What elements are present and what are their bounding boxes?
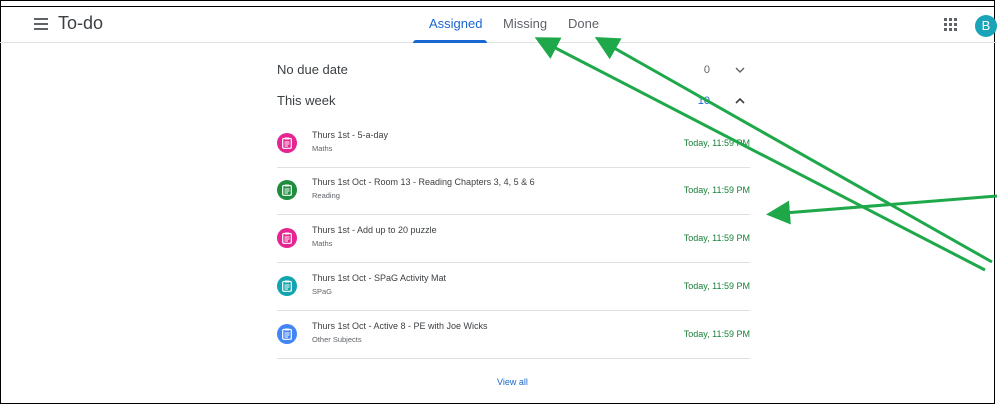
active-tab-indicator bbox=[413, 40, 487, 43]
app-header: To-do Assigned Missing Done B bbox=[0, 6, 997, 43]
assignment-subject: Maths bbox=[312, 144, 333, 153]
assignment-subject: SPaG bbox=[312, 287, 333, 296]
view-all-link[interactable]: View all bbox=[497, 377, 528, 387]
assignment-subject: Other Subjects bbox=[312, 335, 362, 344]
assignment-subject: Reading bbox=[312, 191, 340, 200]
tab-done[interactable]: Done bbox=[568, 16, 599, 31]
list-item[interactable]: Thurs 1st - 5-a-day Maths Today, 11:59 PM bbox=[277, 120, 750, 168]
assignment-icon bbox=[277, 228, 297, 248]
assignment-title: Thurs 1st Oct - SPaG Activity Mat bbox=[312, 273, 447, 283]
assignment-icon bbox=[277, 276, 297, 296]
assignment-due-date: Today, 11:59 PM bbox=[683, 329, 750, 339]
tab-bar: Assigned Missing Done bbox=[0, 6, 997, 43]
assignment-due-date: Today, 11:59 PM bbox=[683, 138, 750, 148]
assignment-due-date: Today, 11:59 PM bbox=[683, 281, 750, 291]
chevron-up-icon bbox=[735, 97, 745, 104]
section-label: This week bbox=[277, 93, 336, 108]
section-no-due-date[interactable]: No due date 0 bbox=[277, 62, 750, 82]
tab-missing[interactable]: Missing bbox=[503, 16, 547, 31]
chevron-down-icon bbox=[735, 67, 745, 73]
assignment-title: Thurs 1st Oct - Active 8 - PE with Joe W… bbox=[312, 321, 488, 331]
assignment-icon bbox=[277, 133, 297, 153]
assignment-due-date: Today, 11:59 PM bbox=[683, 185, 750, 195]
apps-grid-icon[interactable] bbox=[944, 18, 958, 32]
section-count: 0 bbox=[703, 64, 710, 76]
assignment-title: Thurs 1st - Add up to 20 puzzle bbox=[312, 225, 437, 235]
section-count: 10 bbox=[697, 95, 710, 107]
avatar[interactable]: B bbox=[975, 15, 997, 37]
assignment-due-date: Today, 11:59 PM bbox=[683, 233, 750, 243]
list-item[interactable]: Thurs 1st Oct - SPaG Activity Mat SPaG Tod… bbox=[277, 263, 750, 311]
assignment-icon bbox=[277, 180, 297, 200]
section-label: No due date bbox=[277, 62, 348, 77]
list-item[interactable]: Thurs 1st Oct - Active 8 - PE with Joe W… bbox=[277, 311, 750, 359]
list-item[interactable]: Thurs 1st Oct - Room 13 - Reading Chapte… bbox=[277, 167, 750, 215]
assignment-icon bbox=[277, 324, 297, 344]
tab-assigned[interactable]: Assigned bbox=[429, 16, 482, 31]
assignment-title: Thurs 1st Oct - Room 13 - Reading Chapte… bbox=[312, 177, 535, 187]
assignment-title: Thurs 1st - 5-a-day bbox=[312, 130, 389, 140]
assignment-subject: Maths bbox=[312, 239, 333, 248]
section-this-week[interactable]: This week 10 bbox=[277, 93, 750, 113]
list-item[interactable]: Thurs 1st - Add up to 20 puzzle Maths Toda… bbox=[277, 215, 750, 263]
